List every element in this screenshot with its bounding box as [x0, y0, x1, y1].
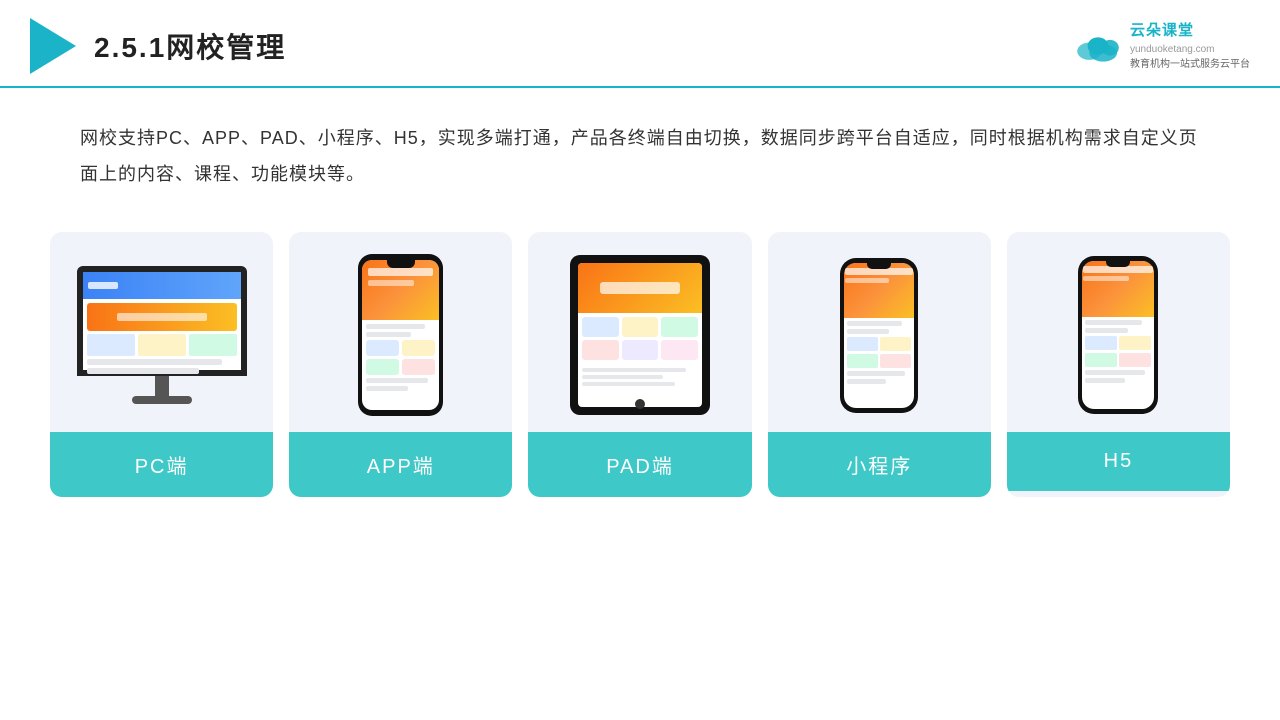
card-pc: PC端: [50, 232, 273, 497]
card-h5: H5: [1007, 232, 1230, 497]
phone-tall-top: [844, 263, 914, 318]
phone-mockup-app: [358, 254, 443, 416]
card-miniapp-image: [768, 232, 991, 432]
tablet-home-btn: [635, 399, 645, 409]
tablet-mockup: [570, 255, 710, 415]
triangle-logo: [30, 18, 76, 74]
header-right: 云朵课堂 yunduoketang.com 教育机构一站式服务云平台: [1072, 20, 1250, 73]
monitor-body: [77, 266, 247, 376]
pc-monitor: [77, 266, 247, 404]
phone-tall-screen-h5: [1082, 261, 1154, 409]
card-pad-label: PAD端: [528, 432, 751, 497]
phone-miniapp: [840, 258, 918, 413]
phone-notch: [387, 260, 415, 268]
phone-tall-bottom-h5: [1082, 317, 1154, 386]
phone-tall-screen: [844, 263, 914, 408]
card-miniapp-label: 小程序: [768, 432, 991, 497]
monitor-base: [132, 396, 192, 404]
monitor-screen: [83, 272, 241, 370]
card-miniapp: 小程序: [768, 232, 991, 497]
phone-screen-bottom: [362, 320, 439, 395]
tablet-screen-top: [578, 263, 702, 313]
monitor-stand: [155, 376, 169, 396]
description-section: 网校支持PC、APP、PAD、小程序、H5，实现多端打通，产品各终端自由切换，数…: [0, 88, 1280, 192]
tablet-grid: [578, 313, 702, 364]
tablet-screen: [578, 263, 702, 407]
card-app-image: [289, 232, 512, 432]
brand-name: 云朵课堂: [1130, 20, 1250, 43]
description-text: 网校支持PC、APP、PAD、小程序、H5，实现多端打通，产品各终端自由切换，数…: [80, 120, 1200, 192]
page-title: 2.5.1网校管理: [94, 26, 286, 66]
card-pad: PAD端: [528, 232, 751, 497]
card-pc-image: [50, 232, 273, 432]
phone-tall-notch-h5: [1106, 261, 1130, 267]
card-h5-image: [1007, 232, 1230, 432]
card-pad-image: [528, 232, 751, 432]
phone-h5: [1078, 256, 1158, 414]
phone-tall-bottom: [844, 318, 914, 387]
phone-tall-top-h5: [1082, 261, 1154, 317]
header-left: 2.5.1网校管理: [30, 18, 286, 74]
phone-tall-notch: [867, 263, 891, 269]
header: 2.5.1网校管理 云朵课堂 yunduoketang.com 教育机构一站式服…: [0, 0, 1280, 88]
card-app: APP端: [289, 232, 512, 497]
logo-text: 云朵课堂 yunduoketang.com 教育机构一站式服务云平台: [1130, 20, 1250, 73]
phone-screen: [362, 260, 439, 410]
brand-subtitle: 教育机构一站式服务云平台: [1130, 57, 1250, 72]
cloud-logo: 云朵课堂 yunduoketang.com 教育机构一站式服务云平台: [1072, 20, 1250, 73]
cards-section: PC端: [0, 192, 1280, 497]
card-pc-label: PC端: [50, 432, 273, 497]
cloud-icon: [1072, 28, 1124, 64]
card-h5-label: H5: [1007, 432, 1230, 491]
phone-screen-top: [362, 260, 439, 320]
brand-domain: yunduoketang.com: [1130, 42, 1250, 57]
card-app-label: APP端: [289, 432, 512, 497]
